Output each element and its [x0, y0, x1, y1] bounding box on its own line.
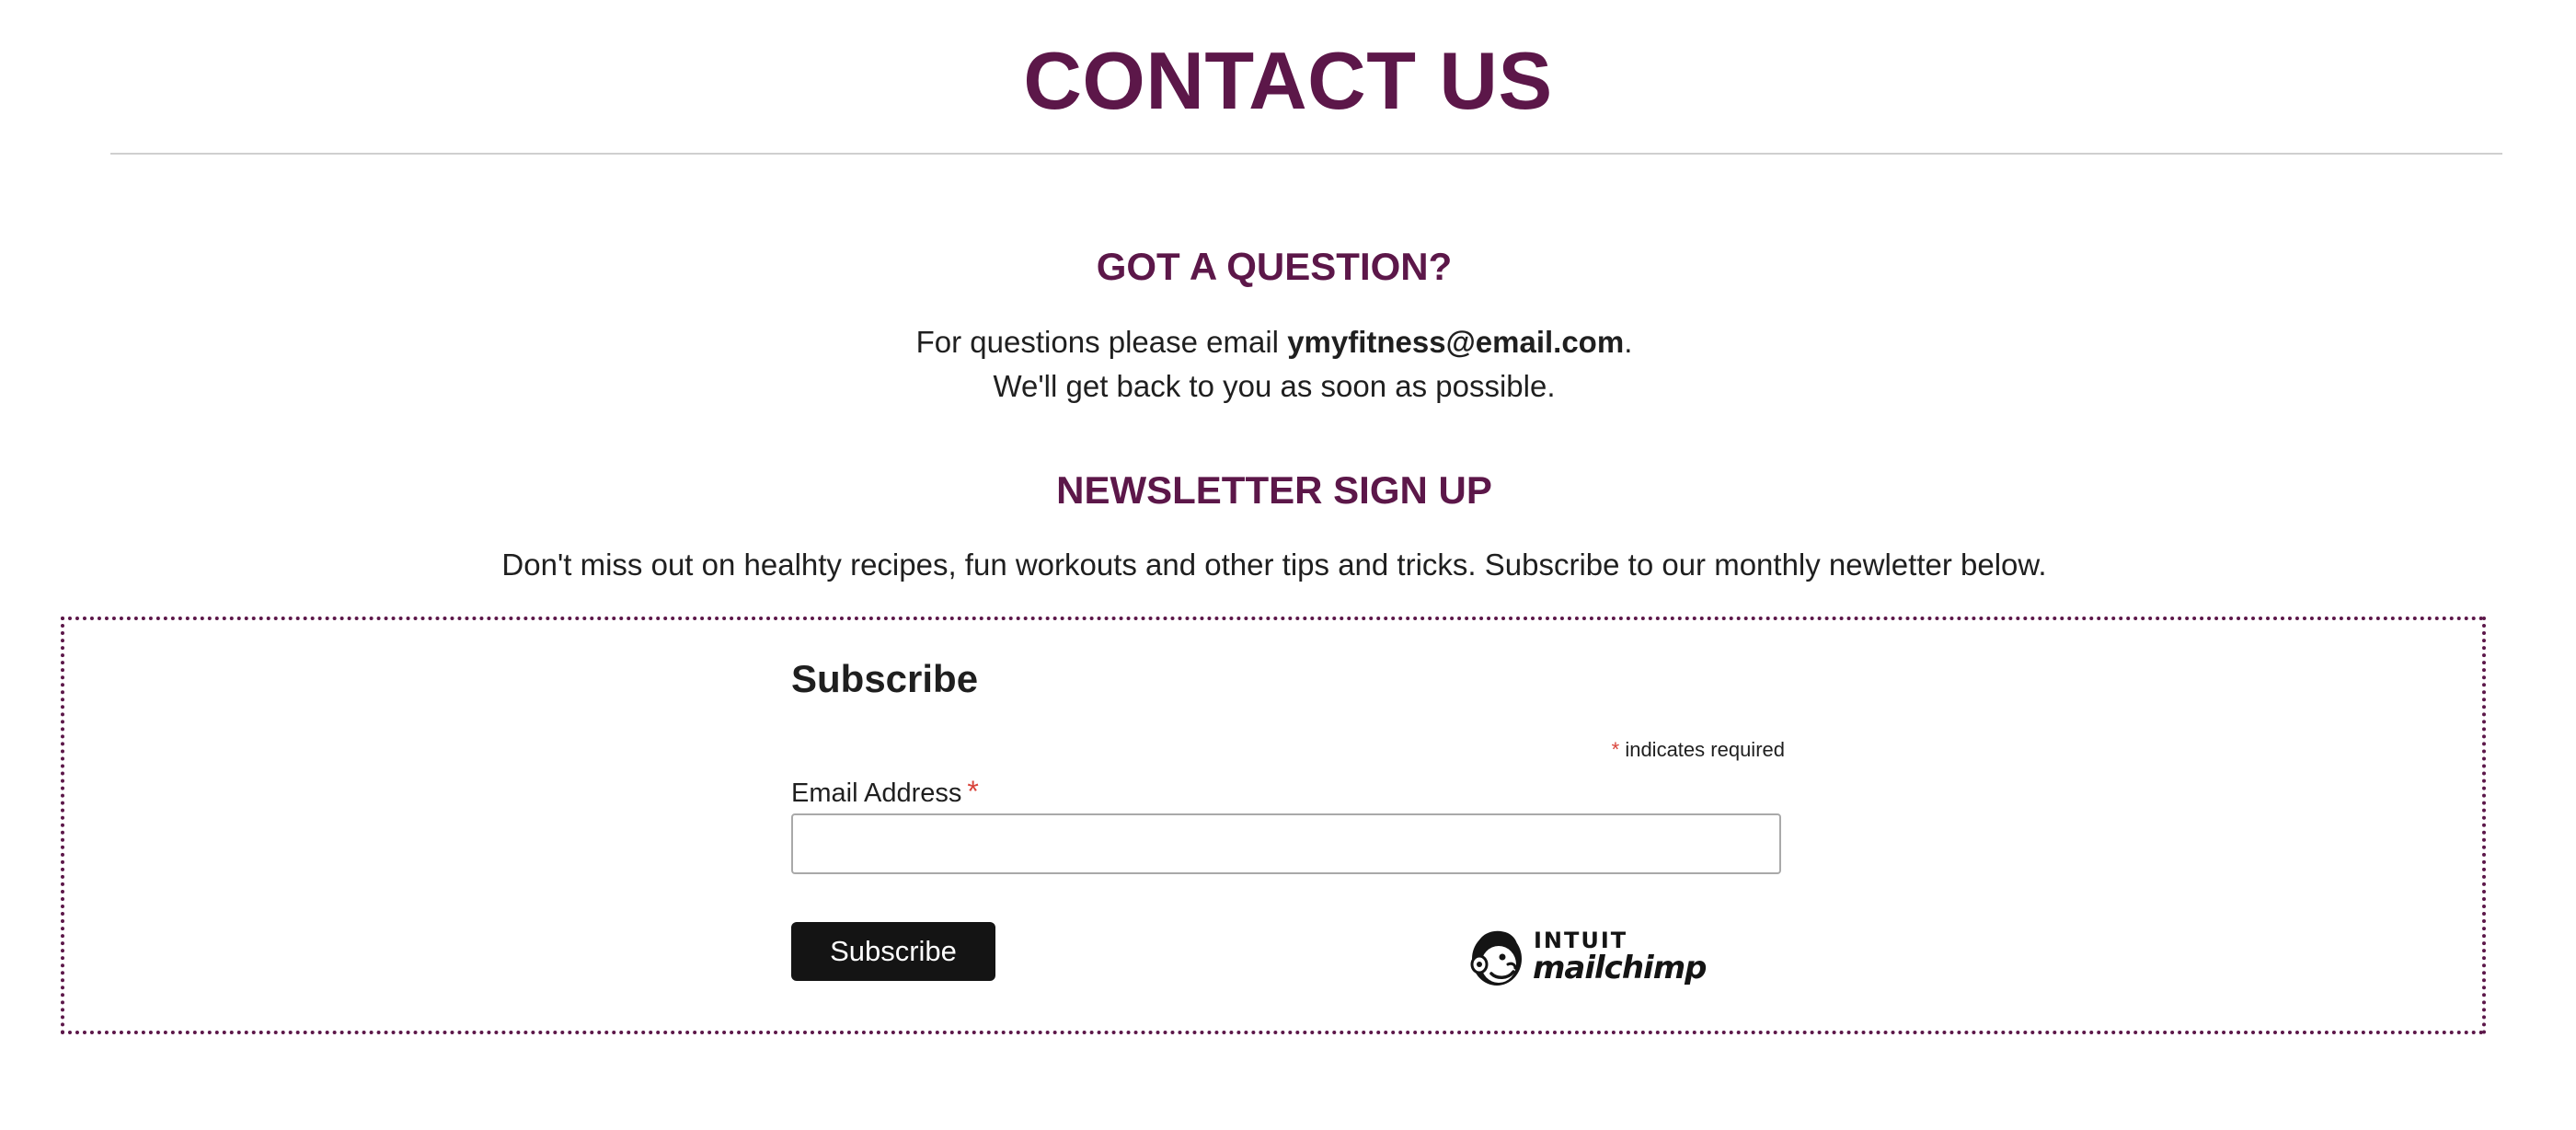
question-contact-suffix: . — [1624, 325, 1633, 359]
intuit-mailchimp-badge[interactable]: INTUIT mailchimp — [1467, 924, 1707, 988]
question-contact-prefix: For questions please email — [915, 325, 1288, 359]
required-note: * indicates required — [1612, 736, 1785, 764]
subscribe-heading: Subscribe — [791, 657, 979, 700]
newsletter-signup-box: Subscribe * indicates required Email Add… — [61, 617, 2486, 1034]
title-divider — [110, 153, 2502, 155]
page-title: CONTACT US — [1023, 35, 1553, 126]
newsletter-heading: NEWSLETTER SIGN UP — [1056, 468, 1492, 512]
email-input[interactable] — [791, 813, 1781, 874]
question-response-line: We'll get back to you as soon as possibl… — [993, 369, 1556, 403]
email-label: Email Address * — [791, 773, 979, 812]
mailchimp-freddie-icon — [1470, 930, 1522, 986]
mailchimp-wordmark: mailchimp — [1533, 950, 1707, 986]
question-contact-line: For questions please email ymyfitness@em… — [0, 320, 2548, 364]
newsletter-description: Don't miss out on healhty recipes, fun w… — [501, 548, 2047, 582]
question-heading: GOT A QUESTION? — [1096, 245, 1453, 288]
email-label-text: Email Address — [791, 778, 962, 808]
signup-form: Subscribe * indicates required Email Add… — [791, 620, 1785, 1034]
required-asterisk: * — [1611, 738, 1620, 761]
subscribe-button[interactable]: Subscribe — [791, 922, 995, 981]
required-note-text: indicates required — [1625, 738, 1785, 761]
email-required-asterisk: * — [967, 775, 979, 808]
contact-email: ymyfitness@email.com — [1287, 325, 1625, 359]
